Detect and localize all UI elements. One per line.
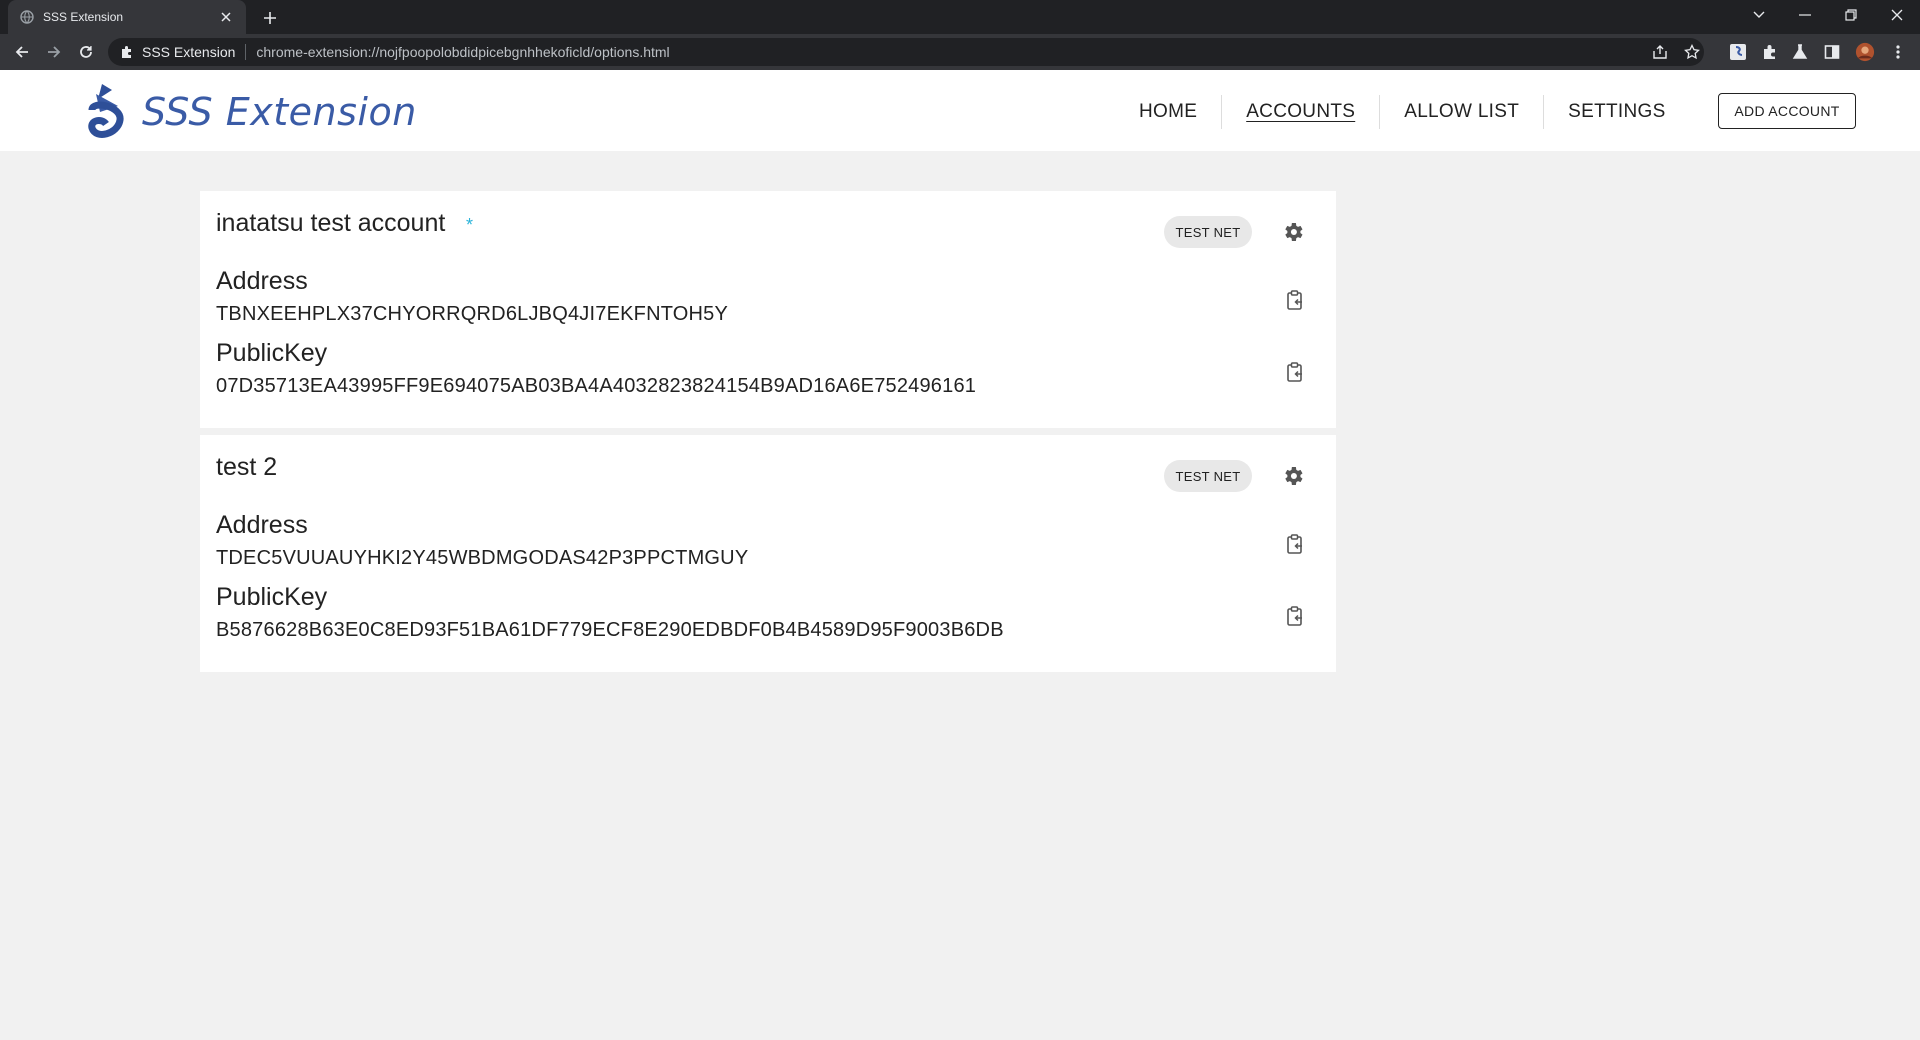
address-value: TBNXEEHPLX37CHYORRQRD6LJBQ4JI7EKFNTOH5Y — [216, 303, 729, 325]
gear-icon[interactable] — [1281, 220, 1305, 244]
browser-menu-icon[interactable] — [1888, 42, 1908, 62]
omnibox-divider — [245, 44, 247, 60]
side-panel-icon[interactable] — [1822, 42, 1842, 62]
copy-publickey-icon[interactable] — [1284, 361, 1306, 383]
restore-icon[interactable] — [1828, 0, 1874, 30]
publickey-value: B5876628B63E0C8ED93F51BA61DF779ECF8E290E… — [216, 619, 1004, 641]
close-tab-icon[interactable] — [218, 9, 234, 25]
copy-address-icon[interactable] — [1284, 533, 1306, 555]
reload-icon[interactable] — [74, 40, 98, 64]
publickey-label: PublicKey — [216, 583, 328, 611]
publickey-label: PublicKey — [216, 339, 328, 367]
nav-allow-list[interactable]: ALLOW LIST — [1380, 95, 1545, 129]
account-name: test 2 — [216, 453, 278, 481]
copy-publickey-icon[interactable] — [1284, 605, 1306, 627]
extensions-puzzle-icon[interactable] — [1760, 42, 1780, 62]
publickey-value: 07D35713EA43995FF9E694075AB03BA4A4032823… — [216, 375, 977, 397]
sss-extension-icon[interactable] — [1728, 42, 1748, 62]
new-tab-icon[interactable] — [259, 7, 281, 29]
copy-address-icon[interactable] — [1284, 289, 1306, 311]
gear-icon[interactable] — [1281, 464, 1305, 488]
tab-search-icon[interactable] — [1736, 0, 1782, 30]
nav-home[interactable]: HOME — [1115, 95, 1223, 129]
main-nav: HOME ACCOUNTS ALLOW LIST SETTINGS — [1115, 94, 1690, 130]
back-arrow-icon[interactable] — [10, 40, 34, 64]
nav-settings[interactable]: SETTINGS — [1544, 95, 1689, 129]
globe-icon — [20, 10, 34, 24]
extension-puzzle-icon — [120, 45, 134, 59]
network-chip: TEST NET — [1164, 216, 1252, 248]
browser-tab-strip: SSS Extension — [0, 0, 1920, 34]
omnibox-url: chrome-extension://nojfpoopolobdidpicebg… — [256, 44, 670, 60]
forward-arrow-icon[interactable] — [42, 40, 66, 64]
brand-title: SSS Extension — [142, 90, 417, 134]
address-label: Address — [216, 511, 308, 539]
minimize-icon[interactable] — [1782, 0, 1828, 30]
address-label: Address — [216, 267, 308, 295]
account-name: inatatsu test account — [216, 209, 446, 237]
omnibox-site-name: SSS Extension — [142, 44, 236, 60]
add-account-button[interactable]: ADD ACCOUNT — [1718, 93, 1856, 129]
app-header: SSS Extension HOME ACCOUNTS ALLOW LIST S… — [0, 70, 1920, 151]
browser-tab[interactable]: SSS Extension — [8, 0, 246, 34]
nav-accounts[interactable]: ACCOUNTS — [1222, 95, 1381, 129]
profile-avatar[interactable] — [1855, 42, 1875, 62]
bookmark-star-icon[interactable] — [1682, 42, 1702, 62]
share-icon[interactable] — [1650, 42, 1670, 62]
account-card: inatatsu test account * TEST NET Address… — [200, 191, 1336, 428]
account-card: test 2 TEST NET Address TDEC5VUUAUYHKI2Y… — [200, 435, 1336, 672]
tab-title: SSS Extension — [43, 10, 124, 24]
sss-logo-icon — [88, 82, 124, 140]
address-value: TDEC5VUUAUYHKI2Y45WBDMGODAS42P3PPCTMGUY — [216, 547, 749, 569]
labs-flask-icon[interactable] — [1790, 42, 1810, 62]
active-account-star: * — [466, 215, 474, 235]
browser-toolbar: SSS Extension chrome-extension://nojfpoo… — [0, 34, 1920, 70]
network-chip: TEST NET — [1164, 460, 1252, 492]
close-window-icon[interactable] — [1874, 0, 1920, 30]
address-bar[interactable]: SSS Extension chrome-extension://nojfpoo… — [108, 38, 1704, 66]
